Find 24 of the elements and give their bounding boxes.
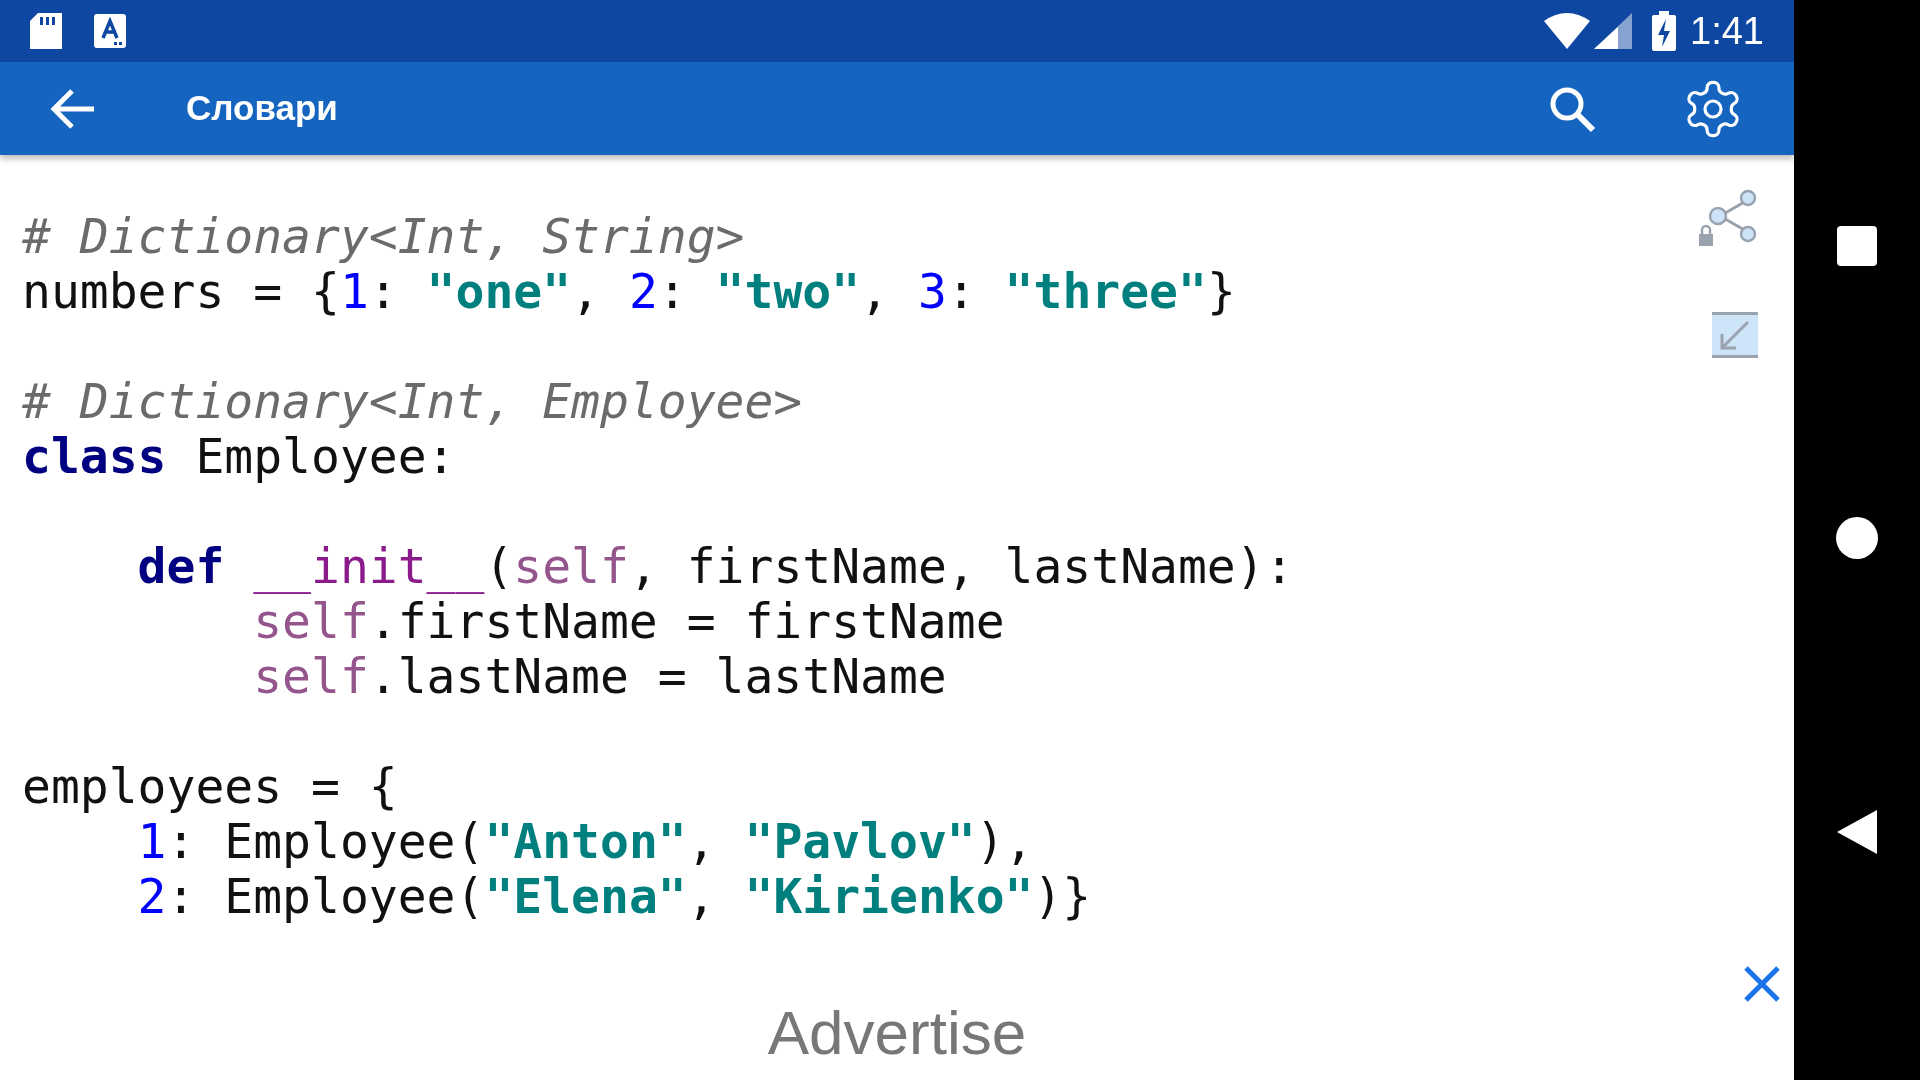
signal-icon <box>1594 13 1633 49</box>
code-line: numbers = {1: "one", 2: "two", 3: "three"} <box>22 264 1236 319</box>
wifi-icon <box>1544 13 1591 49</box>
clock-time: 1:41 <box>1690 12 1764 50</box>
code-line: self.lastName = lastName <box>252 649 947 704</box>
code-line: # Dictionary<Int, Employee> <box>22 374 803 429</box>
close-icon <box>1743 965 1781 1003</box>
advertise-label: Advertise <box>767 996 1027 1069</box>
screen-title: Словари <box>186 87 338 130</box>
code-line: def __init__(self, firstName, lastName): <box>136 539 1294 594</box>
font-app-icon <box>94 14 126 48</box>
code-line: 1: Employee("Anton", "Pavlov"), <box>136 814 1034 869</box>
back-arrow-icon <box>50 88 96 129</box>
back-nav-button[interactable] <box>1837 810 1877 855</box>
code-line: 2: Employee("Elena", "Kirienko")} <box>136 869 1092 924</box>
triangle-back-icon <box>1837 810 1877 855</box>
sd-card-icon <box>30 13 62 49</box>
code-line: class Employee: <box>22 429 456 484</box>
code-line: employees = { <box>22 759 398 814</box>
home-button[interactable] <box>1836 517 1878 559</box>
recents-button[interactable] <box>1837 225 1877 266</box>
code-line: self.firstName = firstName <box>252 594 1005 649</box>
battery-charging-icon <box>1652 11 1677 51</box>
code-line: # Dictionary<Int, String> <box>22 209 745 264</box>
